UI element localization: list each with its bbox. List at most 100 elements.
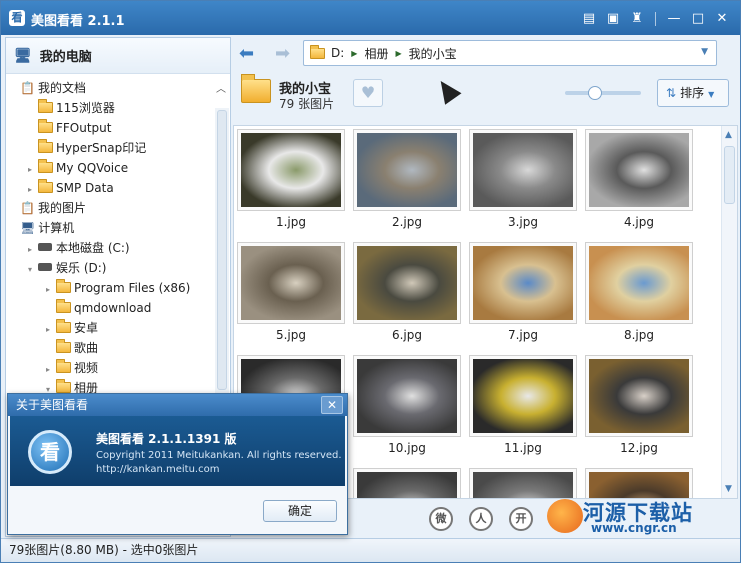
breadcrumb-album[interactable]: 相册 <box>364 45 388 62</box>
app-window: 看 美图看看 2.1.1 ▤ ▣ ♜ — □ ✕ 🖥 我的电脑 ︿ 📋 我的文档 1… <box>0 0 741 563</box>
mouse-cursor-icon <box>432 75 462 105</box>
renren-icon[interactable]: 人 <box>469 507 493 531</box>
address-dropdown-icon[interactable]: ▼ <box>701 47 708 57</box>
tree-item[interactable]: ▸ My QQVoice <box>6 158 230 178</box>
thumbnail-item[interactable]: 4.jpg <box>585 129 693 233</box>
folder-icon <box>38 139 53 153</box>
maximize-icon[interactable]: □ <box>686 10 710 28</box>
tree-item[interactable]: 📋 我的文档 <box>6 78 230 98</box>
sidebar-header[interactable]: 🖥 我的电脑 <box>6 38 230 74</box>
thumbnail-item[interactable]: 3.jpg <box>469 129 577 233</box>
thumbnail-item[interactable]: 5.jpg <box>237 242 345 346</box>
thumbnail-frame <box>353 468 461 498</box>
folder-icon <box>56 299 71 313</box>
title-bar[interactable]: 看 美图看看 2.1.1 ▤ ▣ ♜ — □ ✕ <box>1 1 740 35</box>
drive-icon <box>38 263 52 271</box>
dialog-banner: 看 美图看看 2.1.1.1391 版 Copyright 2011 Meitu… <box>10 416 345 486</box>
tree-item-label: 娱乐 (D:) <box>56 261 107 275</box>
favorite-heart-icon[interactable]: ♥ <box>353 79 383 107</box>
breadcrumb-drive[interactable]: D: <box>331 46 344 60</box>
thumbnail-image <box>357 133 457 207</box>
tree-item[interactable]: ▸ 视频 <box>6 358 230 378</box>
kaixin-icon[interactable]: 开 <box>509 507 533 531</box>
app-logo-icon: 看 <box>28 430 72 474</box>
breadcrumb-current[interactable]: 我的小宝 <box>409 45 457 62</box>
thumbnail-image <box>357 472 457 498</box>
tree-item[interactable]: ▸ Program Files (x86) <box>6 278 230 298</box>
scroll-up-icon[interactable]: ▲ <box>725 130 732 140</box>
image-count: 79 张图片 <box>279 97 335 111</box>
tree-item[interactable]: HyperSnap印记 <box>6 138 230 158</box>
expand-arrow-icon[interactable]: ▸ <box>28 180 38 200</box>
thumbnail-item[interactable]: 2.jpg <box>353 129 461 233</box>
menu-icon[interactable]: ▣ <box>601 10 625 28</box>
weibo-icon[interactable]: 微 <box>429 507 453 531</box>
close-icon[interactable]: ✕ <box>710 10 734 28</box>
minimize-icon[interactable]: — <box>662 10 686 28</box>
tree-item[interactable]: qmdownload <box>6 298 230 318</box>
thumbnail-filename: 2.jpg <box>391 215 423 229</box>
chat-icon[interactable]: ▤ <box>577 10 601 28</box>
sidebar-scrollbar[interactable] <box>215 108 229 398</box>
thumbnail-frame <box>353 355 461 437</box>
watermark-logo-icon <box>547 499 583 533</box>
document-icon: 📋 <box>20 81 35 95</box>
thumbnail-item[interactable]: 6.jpg <box>353 242 461 346</box>
tree-item[interactable]: ▾ 娱乐 (D:) <box>6 258 230 278</box>
expand-arrow-icon[interactable]: ▸ <box>46 320 56 340</box>
thumbnail-item[interactable]: 14.jpg <box>353 468 461 498</box>
dialog-close-icon[interactable]: ✕ <box>321 396 343 414</box>
chevron-down-icon: ▼ <box>708 90 715 99</box>
tree-item[interactable]: ▸ SMP Data <box>6 178 230 198</box>
folder-icon <box>56 319 71 333</box>
sort-icon: ⇅ <box>666 86 677 100</box>
zoom-slider[interactable] <box>565 86 641 100</box>
folder-header: 我的小宝 79 张图片 ♥ ⇅ 排序 ▼ <box>233 73 738 123</box>
breadcrumb-arrow-icon[interactable]: ▶ <box>351 49 357 58</box>
website-link[interactable]: http://kankan.meitu.com <box>96 464 219 475</box>
tree-item[interactable]: FFOutput <box>6 118 230 138</box>
expand-arrow-icon[interactable]: ▾ <box>28 260 38 280</box>
thumbnail-filename: 12.jpg <box>620 441 658 455</box>
dialog-title[interactable]: 关于美图看看 <box>8 394 347 416</box>
app-title: 美图看看 2.1.1 <box>31 14 125 29</box>
thumbnail-item[interactable]: 7.jpg <box>469 242 577 346</box>
folder-large-icon <box>241 74 271 103</box>
expand-arrow-icon[interactable]: ▸ <box>28 240 38 260</box>
tree-item[interactable]: 🖥 计算机 <box>6 218 230 238</box>
tree-item[interactable]: ▸ 安卓 <box>6 318 230 338</box>
expand-arrow-icon[interactable]: ▸ <box>46 360 56 380</box>
sort-button[interactable]: ⇅ 排序 ▼ <box>657 79 729 107</box>
folder-icon <box>38 119 53 133</box>
breadcrumb-arrow-icon[interactable]: ▶ <box>395 49 401 58</box>
tree-item[interactable]: 歌曲 <box>6 338 230 358</box>
tree-item-label: qmdownload <box>74 301 152 315</box>
thumbnail-frame <box>353 129 461 211</box>
expand-arrow-icon[interactable]: ▸ <box>28 160 38 180</box>
forward-arrow-icon[interactable]: ➡ <box>275 43 290 64</box>
thumbnail-item[interactable]: 1.jpg <box>237 129 345 233</box>
gallery-scrollbar[interactable]: ▲ ▼ <box>721 126 737 498</box>
back-arrow-icon[interactable]: ⬅ <box>239 43 254 64</box>
thumbnail-image <box>357 246 457 320</box>
thumbnail-item[interactable]: 12.jpg <box>585 355 693 459</box>
thumbnail-frame <box>585 242 693 324</box>
thumbnail-image <box>589 359 689 433</box>
scroll-down-icon[interactable]: ▼ <box>725 484 732 494</box>
zoom-slider-knob[interactable] <box>588 86 603 100</box>
skin-icon[interactable]: ♜ <box>625 10 649 28</box>
address-bar[interactable]: D: ▶ 相册 ▶ 我的小宝 ▼ <box>303 40 717 66</box>
expand-arrow-icon[interactable]: ▸ <box>46 280 56 300</box>
thumbnail-item[interactable]: 10.jpg <box>353 355 461 459</box>
sidebar-scroll-thumb[interactable] <box>217 110 227 390</box>
thumbnail-item[interactable]: 11.jpg <box>469 355 577 459</box>
tree-item[interactable]: ▸ 本地磁盘 (C:) <box>6 238 230 258</box>
thumbnail-image <box>589 133 689 207</box>
thumbnail-item[interactable]: 8.jpg <box>585 242 693 346</box>
thumbnail-frame <box>469 242 577 324</box>
ok-button[interactable]: 确定 <box>263 500 337 522</box>
tree-item[interactable]: 📋 我的图片 <box>6 198 230 218</box>
tree-item[interactable]: 115浏览器 <box>6 98 230 118</box>
gallery-scroll-thumb[interactable] <box>724 146 735 204</box>
thumbnail-image <box>357 359 457 433</box>
